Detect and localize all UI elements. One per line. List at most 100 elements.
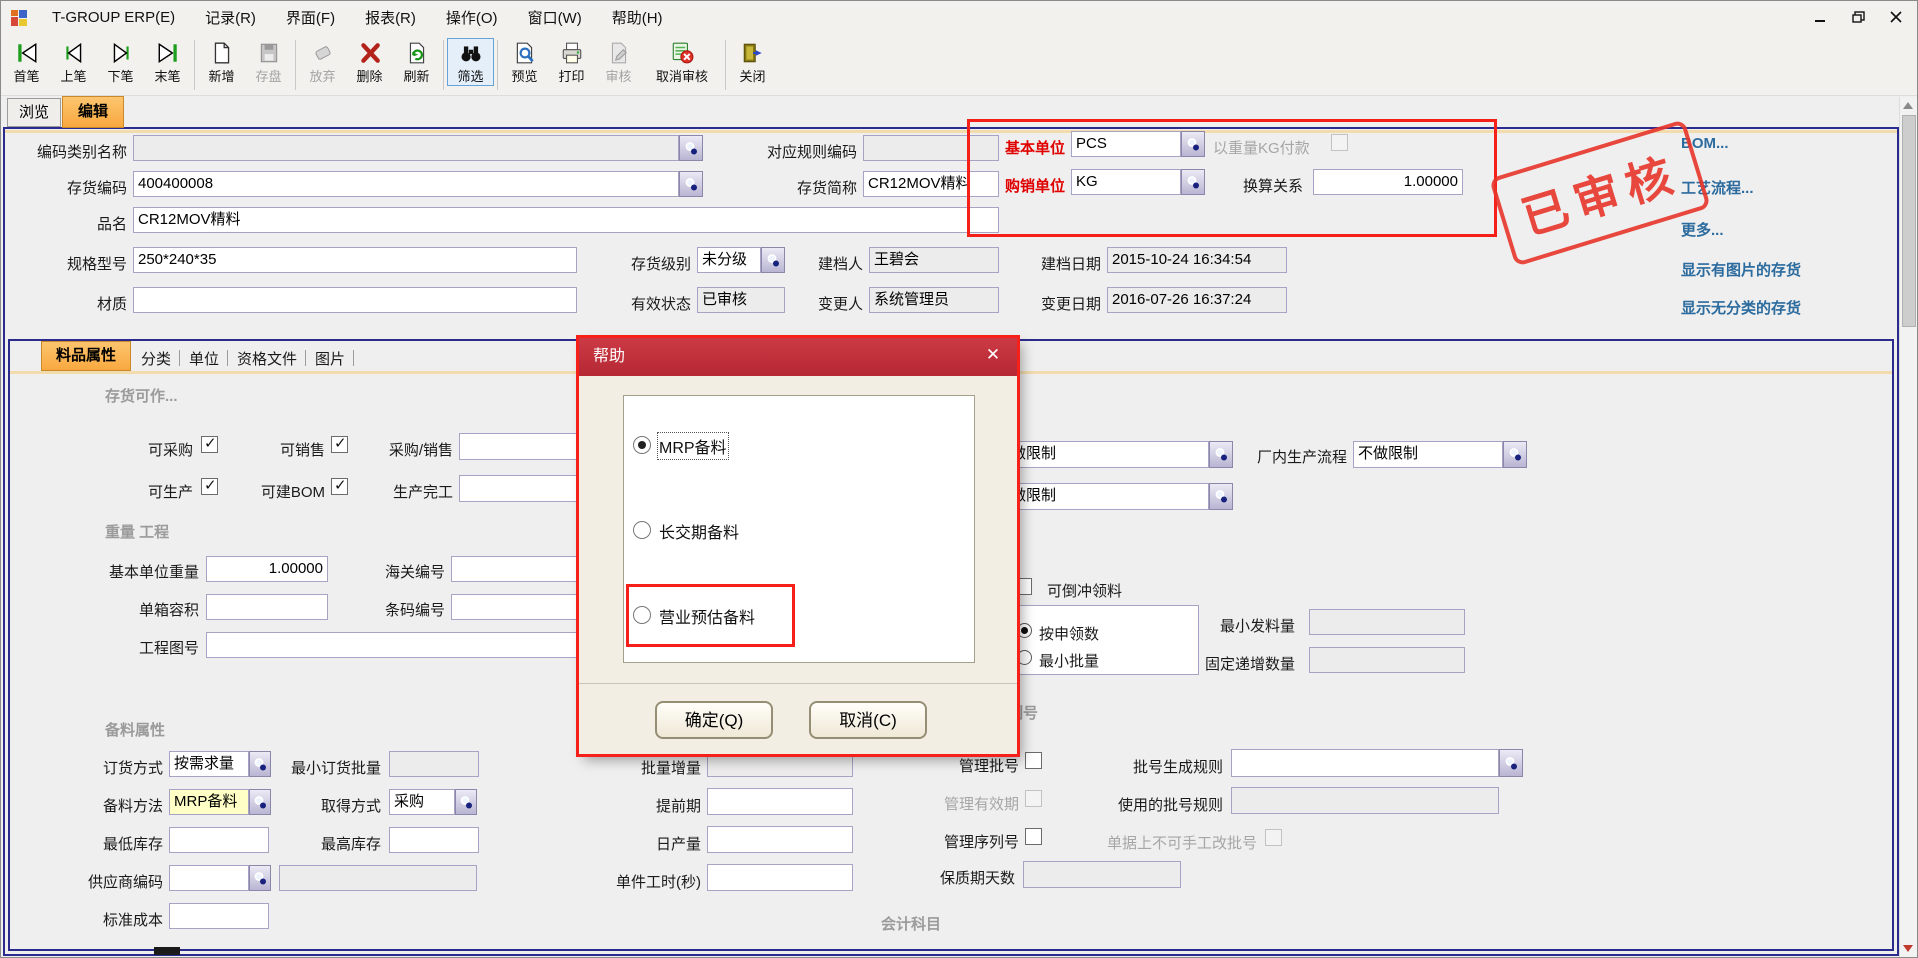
link-show-unclassified[interactable]: 显示无分类的存货 bbox=[1681, 297, 1801, 318]
lead-time-field[interactable] bbox=[707, 788, 853, 815]
scroll-up-arrow-icon[interactable] bbox=[1903, 102, 1913, 109]
prep-method-field[interactable]: MRP备料 bbox=[169, 789, 249, 815]
toolbar-refresh-button[interactable]: 刷新 bbox=[393, 38, 440, 86]
dialog-close-button[interactable]: ✕ bbox=[981, 345, 1005, 365]
toolbar-last-button[interactable]: 末笔 bbox=[144, 38, 191, 86]
limit-combo-2-lookup-button[interactable] bbox=[1209, 483, 1233, 510]
sales-forecast-prep-radio[interactable] bbox=[633, 606, 651, 624]
standard-cost-field[interactable] bbox=[169, 903, 269, 929]
box-volume-field[interactable] bbox=[206, 594, 328, 620]
base-unit-weight-field[interactable]: 1.00000 bbox=[206, 556, 328, 582]
toolbar-cancel-audit-button[interactable]: 取消审核 bbox=[642, 38, 722, 86]
subtab-unit[interactable]: 单位 bbox=[189, 348, 229, 369]
label-can-purchase: 可采购 bbox=[119, 439, 193, 460]
label-min-stock: 最低库存 bbox=[101, 833, 163, 854]
limit-combo-1-lookup-button[interactable] bbox=[1209, 441, 1233, 468]
order-mode-lookup-button[interactable] bbox=[249, 751, 271, 777]
by-request-radio[interactable] bbox=[1017, 623, 1032, 638]
supplier-code-field[interactable] bbox=[169, 865, 249, 891]
subtab-item-attributes[interactable]: 料品属性 bbox=[41, 341, 131, 371]
trade-unit-field[interactable]: KG bbox=[1071, 169, 1181, 195]
spec-model-field[interactable]: 250*240*35 bbox=[133, 247, 577, 273]
base-unit-lookup-button[interactable] bbox=[1181, 131, 1205, 157]
subtab-qualification-files[interactable]: 资格文件 bbox=[237, 348, 307, 369]
link-show-with-image[interactable]: 显示有图片的存货 bbox=[1681, 259, 1801, 280]
trade-unit-lookup-button[interactable] bbox=[1181, 169, 1205, 195]
scrollbar-thumb[interactable] bbox=[1902, 115, 1916, 327]
tab-browse[interactable]: 浏览 bbox=[7, 98, 61, 127]
toolbar-close-button[interactable]: 关闭 bbox=[729, 38, 776, 86]
limit-combo-2[interactable]: 不做限制 bbox=[991, 483, 1209, 510]
label-creator: 建档人 bbox=[791, 253, 863, 274]
limit-combo-1[interactable]: 不做限制 bbox=[991, 441, 1209, 468]
factory-flow-field[interactable]: 不做限制 bbox=[1353, 441, 1503, 468]
long-leadtime-prep-option-label[interactable]: 长交期备料 bbox=[659, 519, 739, 543]
menu-help[interactable]: 帮助(H) bbox=[597, 7, 678, 28]
label-manage-serial: 管理序列号 bbox=[929, 831, 1019, 852]
backflush-checkbox[interactable] bbox=[1015, 578, 1032, 595]
manage-batch-checkbox[interactable] bbox=[1025, 752, 1042, 769]
toolbar-filter-button[interactable]: 筛选 bbox=[447, 38, 494, 86]
sales-forecast-prep-option-label[interactable]: 营业预估备料 bbox=[659, 604, 755, 628]
vertical-scrollbar[interactable] bbox=[1899, 97, 1917, 957]
long-leadtime-prep-radio[interactable] bbox=[633, 521, 651, 539]
inventory-code-lookup-button[interactable] bbox=[679, 171, 703, 197]
can-build-bom-checkbox[interactable] bbox=[331, 478, 348, 495]
window-restore-button[interactable] bbox=[1847, 7, 1869, 27]
material-field[interactable] bbox=[133, 287, 577, 313]
batch-rule-lookup-button[interactable] bbox=[1499, 749, 1523, 777]
drawing-number-field[interactable] bbox=[206, 632, 643, 658]
mrp-prep-radio[interactable] bbox=[633, 436, 651, 454]
tab-edit[interactable]: 编辑 bbox=[62, 96, 124, 128]
menu-window[interactable]: 窗口(W) bbox=[513, 7, 597, 28]
acquire-mode-field[interactable]: 采购 bbox=[389, 789, 455, 815]
batch-rule-field[interactable] bbox=[1231, 749, 1499, 777]
can-purchase-checkbox[interactable] bbox=[201, 436, 218, 453]
min-batch-radio[interactable] bbox=[1017, 650, 1032, 665]
supplier-code-lookup-button[interactable] bbox=[249, 865, 271, 891]
mrp-prep-option-label[interactable]: MRP备料 bbox=[659, 434, 727, 458]
toolbar-delete-button[interactable]: 删除 bbox=[346, 38, 393, 86]
toolbar-first-button[interactable]: 首笔 bbox=[3, 38, 50, 86]
prep-method-lookup-button[interactable] bbox=[249, 789, 271, 815]
scroll-down-arrow-icon[interactable] bbox=[1903, 945, 1913, 952]
dialog-cancel-button[interactable]: 取消(C) bbox=[809, 701, 927, 739]
factory-flow-lookup-button[interactable] bbox=[1503, 441, 1527, 468]
unit-work-time-field[interactable] bbox=[707, 864, 853, 891]
coding-category-field[interactable] bbox=[133, 135, 679, 161]
conversion-ratio-field[interactable]: 1.00000 bbox=[1313, 169, 1463, 195]
inventory-code-field[interactable]: 400400008 bbox=[133, 171, 679, 197]
label-can-produce: 可生产 bbox=[119, 481, 193, 502]
manage-serial-checkbox[interactable] bbox=[1025, 828, 1042, 845]
label-acquire-mode: 取得方式 bbox=[315, 795, 381, 816]
toolbar-preview-button[interactable]: 预览 bbox=[501, 38, 548, 86]
menu-record[interactable]: 记录(R) bbox=[190, 7, 271, 28]
can-produce-checkbox[interactable] bbox=[201, 478, 218, 495]
max-stock-field[interactable] bbox=[389, 827, 479, 853]
subtab-images[interactable]: 图片 bbox=[315, 348, 355, 369]
acquire-mode-lookup-button[interactable] bbox=[455, 789, 477, 815]
coding-category-lookup-button[interactable] bbox=[679, 135, 703, 161]
order-mode-field[interactable]: 按需求量 bbox=[169, 751, 249, 777]
menu-operate[interactable]: 操作(O) bbox=[431, 7, 513, 28]
menu-interface[interactable]: 界面(F) bbox=[271, 7, 350, 28]
can-sell-checkbox[interactable] bbox=[331, 436, 348, 453]
daily-output-field[interactable] bbox=[707, 826, 853, 853]
dialog-ok-button[interactable]: 确定(Q) bbox=[655, 701, 773, 739]
inventory-level-field[interactable]: 未分级 bbox=[697, 247, 761, 273]
product-name-field[interactable]: CR12MOV精料 bbox=[133, 207, 999, 233]
min-stock-field[interactable] bbox=[169, 827, 269, 853]
subtab-classification[interactable]: 分类 bbox=[141, 348, 181, 369]
inventory-level-lookup-button[interactable] bbox=[761, 247, 785, 273]
toolbar-prev-button[interactable]: 上笔 bbox=[50, 38, 97, 86]
base-unit-field[interactable]: PCS bbox=[1071, 131, 1181, 157]
window-minimize-button[interactable] bbox=[1809, 7, 1831, 27]
menu-report[interactable]: 报表(R) bbox=[350, 7, 431, 28]
link-more[interactable]: 更多... bbox=[1681, 219, 1724, 240]
toolbar-new-button[interactable]: 新增 bbox=[198, 38, 245, 86]
window-close-button[interactable] bbox=[1885, 7, 1907, 27]
menu-app[interactable]: T-GROUP ERP(E) bbox=[37, 9, 190, 26]
toolbar-next-button[interactable]: 下笔 bbox=[97, 38, 144, 86]
dialog-title-bar[interactable]: 帮助 bbox=[579, 338, 1017, 376]
toolbar-print-button[interactable]: 打印 bbox=[548, 38, 595, 86]
